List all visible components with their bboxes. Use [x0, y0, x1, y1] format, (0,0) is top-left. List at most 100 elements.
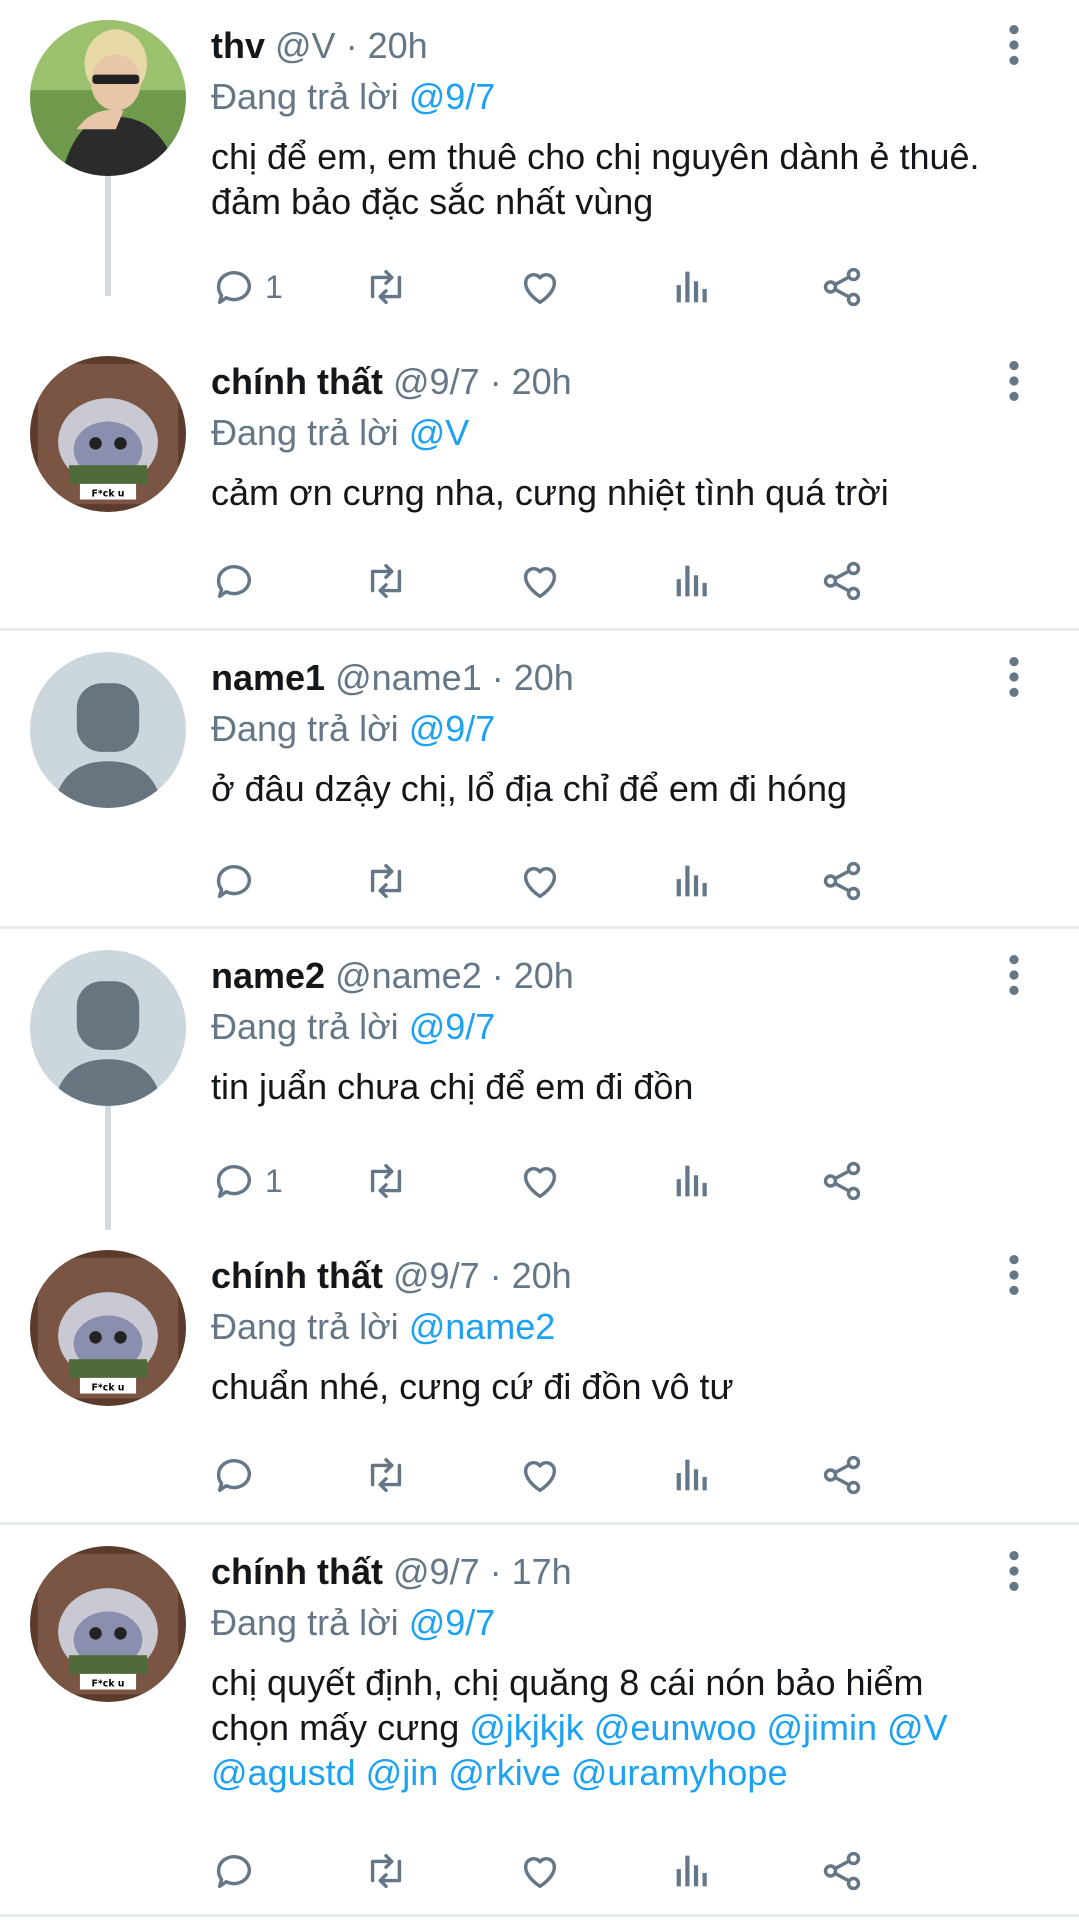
- tweet[interactable]: F*ck u chính thất @9/7 · 20h Đang trả lờ…: [0, 336, 1079, 628]
- tweet-header: name2 @name2 · 20h: [211, 952, 1019, 1000]
- analytics-icon: [676, 565, 707, 597]
- like-icon: [523, 867, 557, 899]
- tweet-text: chị để em, em thuê cho chị nguyên dành ẻ…: [211, 136, 980, 222]
- more-icon[interactable]: [999, 656, 1029, 698]
- divider: [0, 628, 1079, 631]
- mention-link[interactable]: @eunwoo: [594, 1707, 757, 1748]
- display-name[interactable]: chính thất: [211, 1551, 383, 1592]
- mention-link[interactable]: @jkjkjk: [469, 1707, 584, 1748]
- timestamp[interactable]: 20h: [512, 1255, 572, 1296]
- like-button[interactable]: [517, 556, 563, 606]
- timestamp[interactable]: 17h: [512, 1551, 572, 1592]
- share-button[interactable]: [819, 1156, 865, 1206]
- share-icon: [823, 561, 861, 601]
- retweet-button[interactable]: [363, 856, 409, 906]
- user-avatar[interactable]: F*ck u: [30, 356, 186, 512]
- share-button[interactable]: [819, 856, 865, 906]
- share-button[interactable]: [819, 262, 865, 312]
- replying-to-label: Đang trả lời: [211, 1602, 399, 1643]
- retweet-button[interactable]: [363, 1846, 409, 1896]
- separator-dot: ·: [489, 1255, 502, 1296]
- mention-link[interactable]: @agustd: [211, 1752, 356, 1793]
- user-handle[interactable]: @9/7: [393, 1255, 480, 1296]
- reply-button[interactable]: [211, 1450, 265, 1500]
- user-avatar[interactable]: F*ck u: [30, 1546, 186, 1702]
- share-icon: [823, 1161, 861, 1201]
- tweet[interactable]: F*ck u chính thất @9/7 · 20h Đang trả lờ…: [0, 1230, 1079, 1522]
- user-handle[interactable]: @9/7: [393, 361, 480, 402]
- user-avatar[interactable]: F*ck u: [30, 1250, 186, 1406]
- more-icon[interactable]: [999, 1254, 1029, 1296]
- display-name[interactable]: chính thất: [211, 361, 383, 402]
- share-button[interactable]: [819, 1846, 865, 1896]
- user-handle[interactable]: @9/7: [393, 1551, 480, 1592]
- tweet-text: cảm ơn cưng nha, cưng nhiệt tình quá trờ…: [211, 472, 889, 513]
- share-button[interactable]: [819, 1450, 865, 1500]
- thread-connector: [105, 176, 111, 296]
- reply-button[interactable]: [211, 856, 265, 906]
- more-icon[interactable]: [999, 24, 1029, 66]
- mention-link[interactable]: @V: [409, 412, 470, 453]
- tweet[interactable]: F*ck u chính thất @9/7 · 17h Đang trả lờ…: [0, 1526, 1079, 1920]
- mention-link[interactable]: @rkive: [448, 1752, 561, 1793]
- user-handle[interactable]: @V: [275, 25, 336, 66]
- like-button[interactable]: [517, 856, 563, 906]
- timestamp[interactable]: 20h: [514, 657, 574, 698]
- retweet-icon: [370, 1163, 402, 1199]
- display-name[interactable]: name2: [211, 955, 325, 996]
- analytics-icon: [676, 1855, 707, 1887]
- display-name[interactable]: thv: [211, 25, 265, 66]
- timestamp[interactable]: 20h: [514, 955, 574, 996]
- tweet[interactable]: name2 @name2 · 20h Đang trả lời @9/7 tin…: [0, 930, 1079, 1230]
- more-icon[interactable]: [999, 360, 1029, 402]
- retweet-button[interactable]: [363, 556, 409, 606]
- mention-link[interactable]: @9/7: [409, 1602, 496, 1643]
- user-avatar[interactable]: [30, 20, 186, 176]
- tweet[interactable]: thv @V · 20h Đang trả lời @9/7 chị để em…: [0, 0, 1079, 307]
- retweet-icon: [370, 1457, 402, 1493]
- analytics-button[interactable]: [669, 1450, 715, 1500]
- analytics-button[interactable]: [669, 1846, 715, 1896]
- analytics-icon: [676, 1165, 707, 1197]
- user-avatar[interactable]: [30, 950, 186, 1106]
- mention-link[interactable]: @9/7: [409, 1006, 496, 1047]
- like-button[interactable]: [517, 262, 563, 312]
- retweet-button[interactable]: [363, 1156, 409, 1206]
- mention-link[interactable]: @V: [887, 1707, 948, 1748]
- timestamp[interactable]: 20h: [512, 361, 572, 402]
- like-button[interactable]: [517, 1846, 563, 1896]
- analytics-icon: [676, 271, 707, 303]
- user-handle[interactable]: @name2: [335, 955, 482, 996]
- reply-button[interactable]: 1: [211, 262, 283, 312]
- analytics-button[interactable]: [669, 262, 715, 312]
- user-avatar[interactable]: [30, 652, 186, 808]
- reply-count: 1: [265, 268, 283, 305]
- analytics-button[interactable]: [669, 1156, 715, 1206]
- user-handle[interactable]: @name1: [335, 657, 482, 698]
- mention-link[interactable]: @9/7: [409, 76, 496, 117]
- display-name[interactable]: chính thất: [211, 1255, 383, 1296]
- tweet[interactable]: name1 @name1 · 20h Đang trả lời @9/7 ở đ…: [0, 632, 1079, 924]
- display-name[interactable]: name1: [211, 657, 325, 698]
- reply-button[interactable]: [211, 1846, 265, 1896]
- analytics-button[interactable]: [669, 556, 715, 606]
- retweet-button[interactable]: [363, 262, 409, 312]
- reply-button[interactable]: [211, 556, 265, 606]
- share-button[interactable]: [819, 556, 865, 606]
- analytics-button[interactable]: [669, 856, 715, 906]
- mention-link[interactable]: @uramyhope: [571, 1752, 788, 1793]
- reply-icon: [216, 1459, 252, 1493]
- mention-link[interactable]: @jimin: [766, 1707, 877, 1748]
- more-icon[interactable]: [999, 1550, 1029, 1592]
- like-button[interactable]: [517, 1156, 563, 1206]
- timestamp[interactable]: 20h: [368, 25, 428, 66]
- mention-link[interactable]: @jin: [366, 1752, 439, 1793]
- more-icon[interactable]: [999, 954, 1029, 996]
- reply-button[interactable]: 1: [211, 1156, 283, 1206]
- retweet-button[interactable]: [363, 1450, 409, 1500]
- divider: [0, 926, 1079, 929]
- like-button[interactable]: [517, 1450, 563, 1500]
- mention-link[interactable]: @9/7: [409, 708, 496, 749]
- mention-link[interactable]: @name2: [409, 1306, 556, 1347]
- replying-to-label: Đang trả lời: [211, 1006, 399, 1047]
